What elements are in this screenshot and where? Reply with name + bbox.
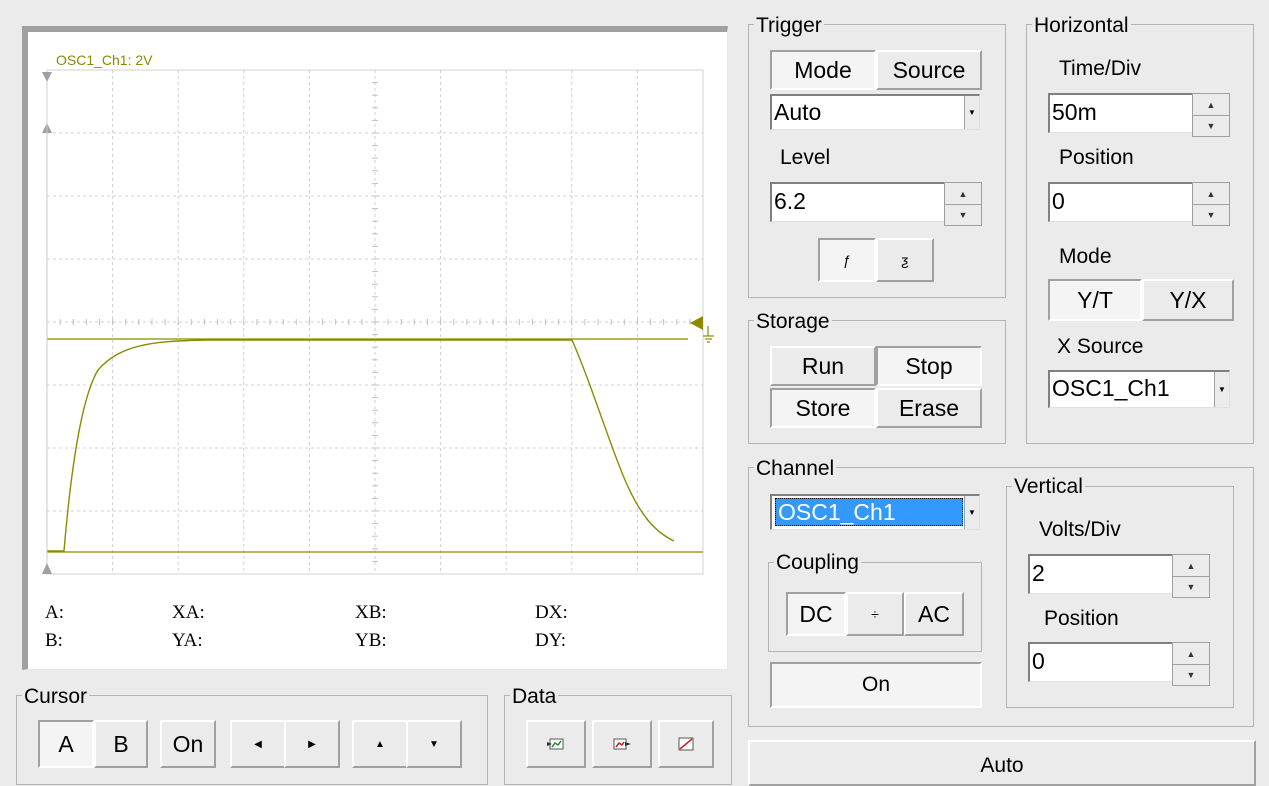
- h-position-input[interactable]: 0: [1048, 182, 1194, 222]
- waveform-trace: [47, 339, 675, 552]
- spin-down-icon[interactable]: ▼: [1193, 115, 1229, 136]
- scope-plot: [42, 69, 714, 575]
- data-title: Data: [510, 685, 559, 709]
- trigger-level-input[interactable]: 6.2: [770, 182, 946, 222]
- trigger-level-label: Level: [780, 146, 831, 169]
- arrow-down-icon: ▼: [429, 738, 439, 750]
- store-button[interactable]: Store: [770, 388, 876, 428]
- h-position-spinner[interactable]: ▲ ▼: [1192, 182, 1230, 226]
- dx-readout: DX:: [535, 602, 568, 623]
- ya-readout: YA:: [172, 630, 203, 651]
- v-position-spinner[interactable]: ▲ ▼: [1172, 642, 1210, 686]
- spin-down-icon[interactable]: ▼: [1173, 664, 1209, 685]
- ground-icon: ÷: [871, 606, 879, 622]
- channel-on-button[interactable]: On: [770, 662, 982, 708]
- spin-up-icon[interactable]: ▲: [1173, 643, 1209, 665]
- v-position-label: Position: [1044, 607, 1119, 630]
- trigger-rising-edge-button[interactable]: ƒ: [818, 238, 876, 282]
- chevron-down-icon[interactable]: ▼: [964, 96, 979, 129]
- arrow-up-icon: ▲: [375, 738, 385, 750]
- spin-up-icon[interactable]: ▲: [1173, 555, 1209, 577]
- cursor-down-button[interactable]: ▼: [406, 720, 462, 768]
- channel-select[interactable]: OSC1_Ch1 ▼: [770, 494, 980, 530]
- cursor-title: Cursor: [22, 685, 90, 709]
- trigger-title: Trigger: [754, 14, 824, 38]
- v-position-input[interactable]: 0: [1028, 642, 1174, 682]
- rising-edge-icon: ƒ: [843, 252, 851, 268]
- cursor-a-button[interactable]: A: [38, 720, 94, 768]
- storage-title: Storage: [754, 310, 832, 334]
- channel-selected-value: OSC1_Ch1: [775, 498, 963, 526]
- trigger-source-button[interactable]: Source: [876, 50, 982, 90]
- ground-marker-icon: [703, 326, 714, 343]
- cursor-b-readout: B:: [45, 630, 63, 651]
- top-marker-icon: [42, 72, 52, 82]
- yt-mode-button[interactable]: Y/T: [1048, 279, 1142, 321]
- volts-div-label: Volts/Div: [1039, 518, 1121, 541]
- cursor-up-button[interactable]: ▲: [352, 720, 408, 768]
- spin-down-icon[interactable]: ▼: [1193, 204, 1229, 225]
- export-data-icon: [613, 738, 631, 750]
- ac-coupling-button[interactable]: AC: [904, 592, 964, 636]
- horizontal-title: Horizontal: [1032, 14, 1131, 38]
- arrow-right-icon: ▶: [308, 738, 316, 750]
- vertical-title: Vertical: [1012, 475, 1085, 499]
- chevron-down-icon[interactable]: ▼: [964, 496, 979, 529]
- ground-coupling-button[interactable]: ÷: [846, 592, 904, 636]
- cursor-a-readout: A:: [45, 602, 64, 623]
- volts-div-spinner[interactable]: ▲ ▼: [1172, 554, 1210, 598]
- h-position-label: Position: [1059, 146, 1134, 169]
- spin-up-icon[interactable]: ▲: [945, 183, 981, 205]
- spin-down-icon[interactable]: ▼: [945, 204, 981, 225]
- spin-up-icon[interactable]: ▲: [1193, 183, 1229, 205]
- time-div-spinner[interactable]: ▲ ▼: [1192, 93, 1230, 137]
- clear-data-icon: [678, 737, 694, 751]
- data-import-button[interactable]: [526, 720, 586, 768]
- coupling-title: Coupling: [774, 551, 861, 575]
- chevron-down-icon[interactable]: ▼: [1214, 372, 1229, 407]
- arrow-left-icon: ◀: [254, 738, 262, 750]
- trigger-level-spinner[interactable]: ▲ ▼: [944, 182, 982, 226]
- trigger-level-marker-icon: [690, 316, 703, 330]
- cursor-b-button[interactable]: B: [94, 720, 148, 768]
- data-clear-button[interactable]: [658, 720, 714, 768]
- run-button[interactable]: Run: [770, 346, 876, 386]
- trigger-falling-edge-button[interactable]: ƺ: [876, 238, 934, 282]
- bottom-marker-icon: [42, 563, 52, 574]
- cursor-on-button[interactable]: On: [160, 720, 216, 768]
- channel-title: Channel: [754, 457, 837, 481]
- falling-edge-icon: ƺ: [901, 252, 909, 268]
- data-export-button[interactable]: [592, 720, 652, 768]
- x-source-value: OSC1_Ch1: [1052, 375, 1170, 401]
- trigger-mode-value: Auto: [774, 99, 822, 125]
- x-source-label: X Source: [1057, 335, 1144, 358]
- cursor-left-button[interactable]: ◀: [230, 720, 286, 768]
- xa-readout: XA:: [172, 602, 205, 623]
- xb-readout: XB:: [355, 602, 387, 623]
- spin-up-icon[interactable]: ▲: [1193, 94, 1229, 116]
- auto-button[interactable]: Auto: [748, 740, 1256, 786]
- cursor-right-button[interactable]: ▶: [284, 720, 340, 768]
- stop-button[interactable]: Stop: [876, 346, 982, 386]
- spin-down-icon[interactable]: ▼: [1173, 576, 1209, 597]
- dc-coupling-button[interactable]: DC: [786, 592, 846, 636]
- time-div-label: Time/Div: [1059, 57, 1142, 80]
- import-data-icon: [547, 738, 564, 750]
- time-div-input[interactable]: 50m: [1048, 93, 1194, 133]
- volts-div-input[interactable]: 2: [1028, 554, 1174, 594]
- h-mode-label: Mode: [1059, 245, 1112, 268]
- trigger-mode-select[interactable]: Auto ▼: [770, 94, 980, 130]
- dy-readout: DY:: [535, 630, 566, 651]
- trigger-mode-button[interactable]: Mode: [770, 50, 876, 90]
- yx-mode-button[interactable]: Y/X: [1142, 279, 1234, 321]
- x-source-select[interactable]: OSC1_Ch1 ▼: [1048, 370, 1230, 408]
- erase-button[interactable]: Erase: [876, 388, 982, 428]
- yb-readout: YB:: [355, 630, 387, 651]
